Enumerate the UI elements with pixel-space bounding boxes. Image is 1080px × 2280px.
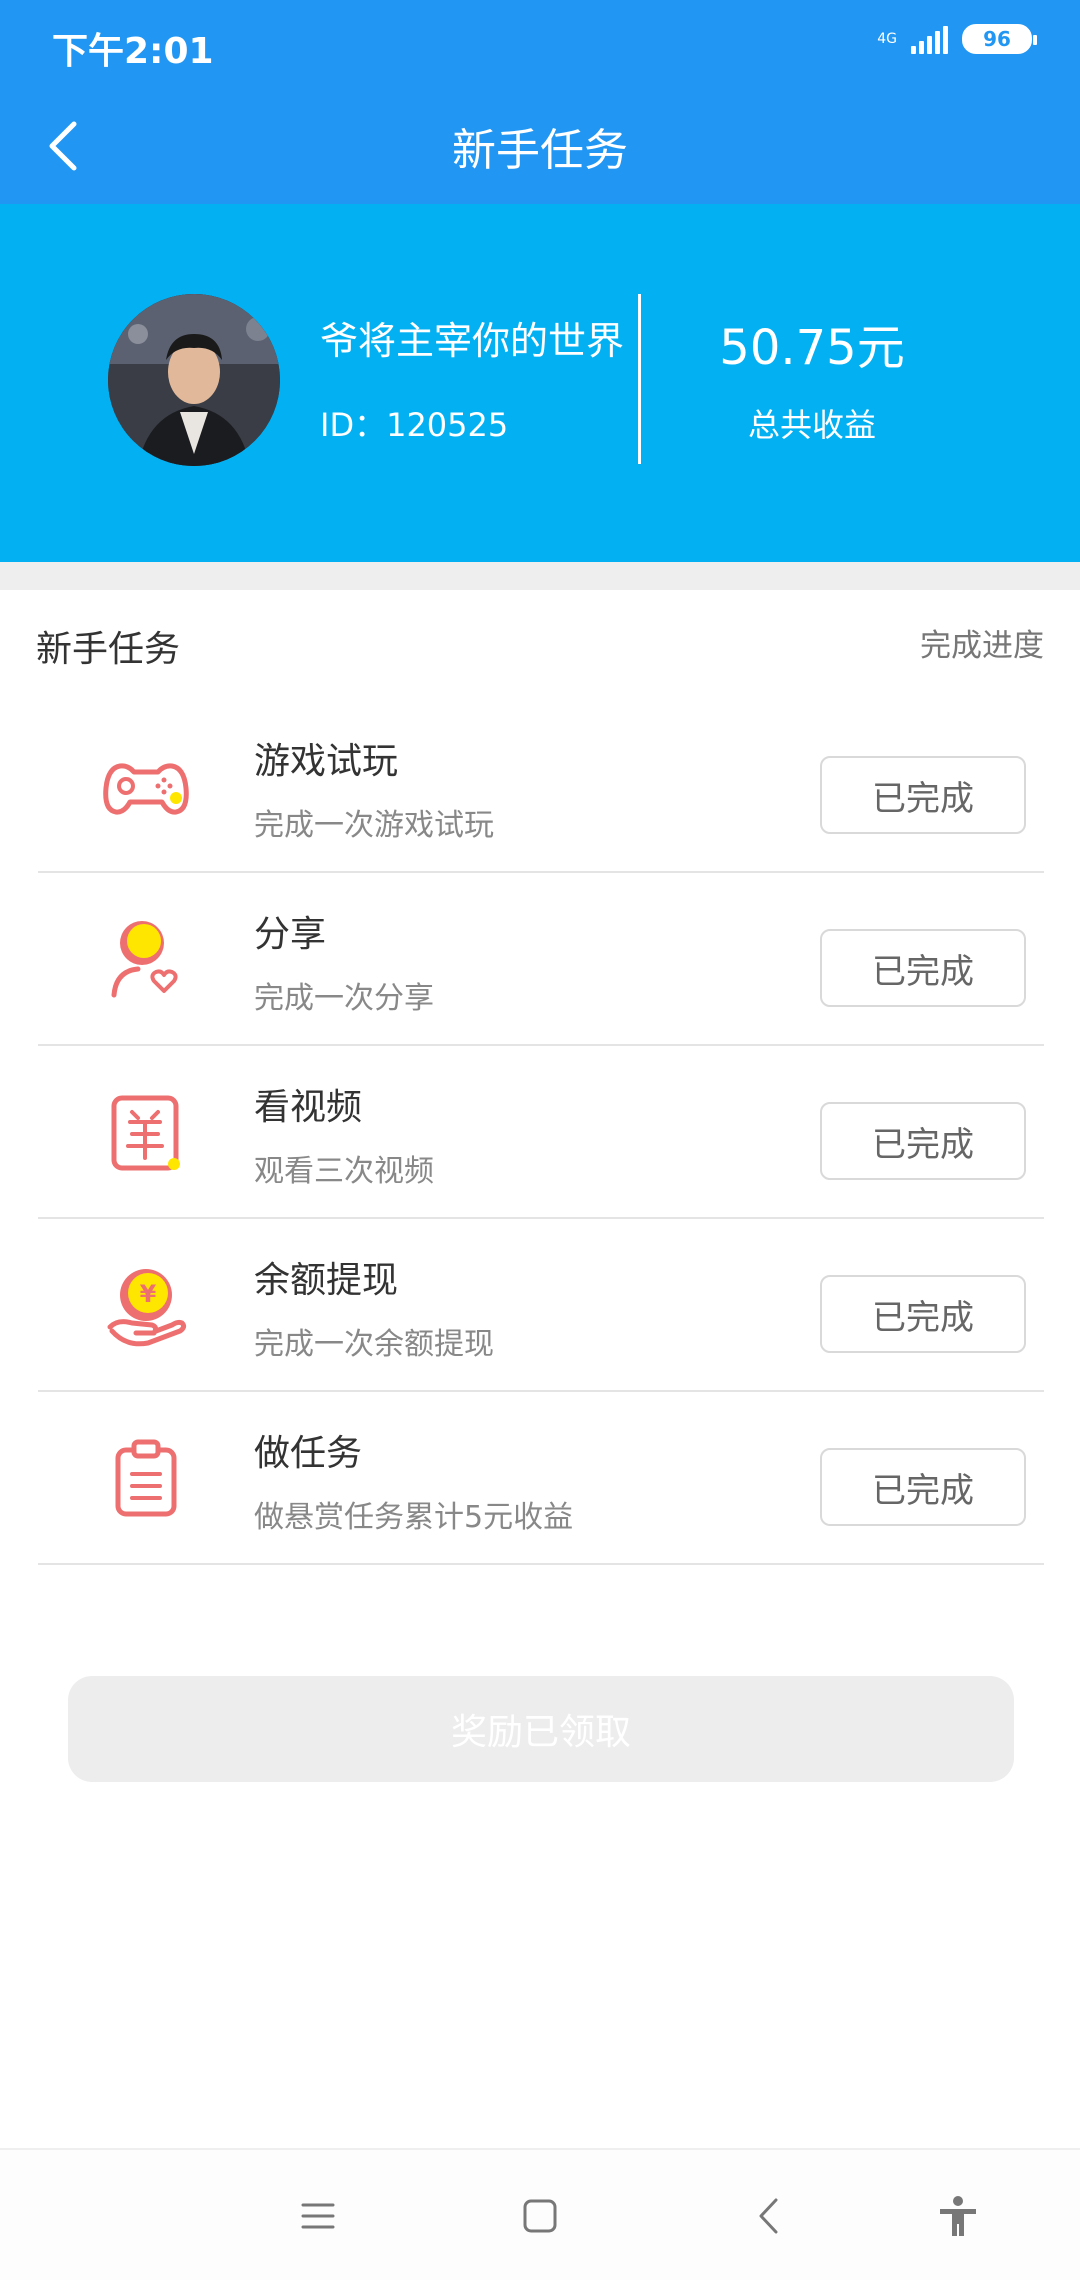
progress-label: 完成进度 bbox=[920, 628, 1044, 664]
task-description: 完成一次游戏试玩 bbox=[254, 808, 494, 843]
task-title: 看视频 bbox=[254, 1087, 363, 1128]
task-description: 观看三次视频 bbox=[254, 1154, 434, 1189]
task-status-button[interactable]: 已完成 bbox=[820, 756, 1026, 834]
menu-button[interactable] bbox=[286, 2184, 350, 2248]
nav-bar: 新手任务 bbox=[0, 88, 1080, 204]
menu-icon bbox=[301, 2203, 335, 2229]
task-description: 做悬赏任务累计5元收益 bbox=[254, 1500, 574, 1535]
section-separator bbox=[0, 562, 1080, 590]
video-icon bbox=[111, 1095, 180, 1171]
withdraw-coin-icon: ¥ bbox=[107, 1269, 187, 1347]
total-earnings-value: 50.75元 bbox=[719, 320, 905, 376]
page-title: 新手任务 bbox=[452, 125, 628, 176]
network-type: 4G bbox=[877, 31, 897, 47]
task-row-watch-video: 看视频 观看三次视频 已完成 bbox=[38, 1046, 1044, 1219]
task-title: 分享 bbox=[254, 914, 327, 955]
username: 爷将主宰你的世界 bbox=[320, 319, 625, 363]
total-earnings-label: 总共收益 bbox=[747, 406, 876, 444]
chevron-left-icon bbox=[759, 2198, 778, 2234]
task-row-withdraw: ¥ 余额提现 完成一次余额提现 已完成 bbox=[38, 1219, 1044, 1392]
task-status-button[interactable]: 已完成 bbox=[820, 929, 1026, 1007]
task-status-button[interactable]: 已完成 bbox=[820, 1448, 1026, 1526]
share-user-icon bbox=[111, 921, 178, 998]
status-indicators: 4G 96 bbox=[877, 24, 1037, 54]
claim-reward-button[interactable]: 奖励已领取 bbox=[68, 1676, 1014, 1782]
avatar[interactable] bbox=[108, 294, 280, 466]
home-button[interactable] bbox=[508, 2184, 572, 2248]
svg-text:¥: ¥ bbox=[140, 1280, 157, 1308]
gamepad-icon bbox=[103, 763, 189, 815]
system-back-button[interactable] bbox=[736, 2184, 800, 2248]
user-id: ID：120525 bbox=[320, 406, 509, 444]
task-status-button[interactable]: 已完成 bbox=[820, 1275, 1026, 1353]
signal-icon bbox=[911, 24, 948, 54]
task-title: 做任务 bbox=[254, 1433, 363, 1474]
status-time: 下午2:01 bbox=[52, 31, 214, 72]
task-description: 完成一次分享 bbox=[254, 981, 434, 1016]
task-row-share: 分享 完成一次分享 已完成 bbox=[38, 873, 1044, 1046]
avatar-image bbox=[108, 294, 280, 466]
section-header: 新手任务 完成进度 bbox=[0, 590, 1080, 700]
profile-card: 爷将主宰你的世界 ID：120525 50.75元 总共收益 bbox=[0, 204, 1080, 562]
section-title: 新手任务 bbox=[36, 629, 181, 670]
task-row-do-task: 做任务 做悬赏任务累计5元收益 已完成 bbox=[38, 1392, 1044, 1565]
clipboard-icon bbox=[115, 1439, 177, 1517]
task-title: 游戏试玩 bbox=[254, 741, 399, 782]
accessibility-icon bbox=[940, 2196, 976, 2236]
profile-divider bbox=[638, 294, 641, 464]
task-status-button[interactable]: 已完成 bbox=[820, 1102, 1026, 1180]
system-nav-bar bbox=[0, 2148, 1080, 2280]
status-bar: 下午2:01 4G 96 bbox=[0, 0, 1080, 88]
battery-icon: 96 bbox=[962, 24, 1037, 54]
accessibility-button[interactable] bbox=[926, 2184, 990, 2248]
task-row-game-trial: 游戏试玩 完成一次游戏试玩 已完成 bbox=[38, 700, 1044, 873]
task-list: 游戏试玩 完成一次游戏试玩 已完成 分享 完成一次分享 已完成 看视频 观看三次… bbox=[38, 700, 1044, 1565]
task-title: 余额提现 bbox=[254, 1260, 399, 1301]
square-icon bbox=[523, 2199, 557, 2233]
task-description: 完成一次余额提现 bbox=[254, 1327, 494, 1362]
battery-level: 96 bbox=[983, 27, 1011, 51]
